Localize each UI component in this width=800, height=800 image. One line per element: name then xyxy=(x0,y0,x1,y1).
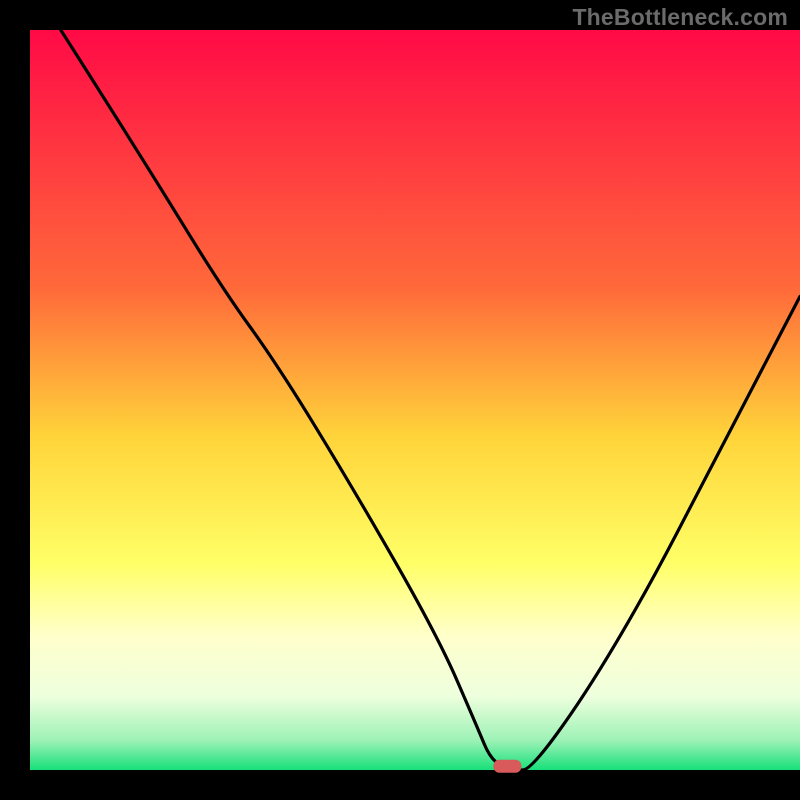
plot-background xyxy=(30,30,800,770)
bottleneck-chart xyxy=(0,0,800,800)
chart-frame: TheBottleneck.com xyxy=(0,0,800,800)
optimal-marker xyxy=(493,760,521,773)
watermark-text: TheBottleneck.com xyxy=(572,4,788,31)
